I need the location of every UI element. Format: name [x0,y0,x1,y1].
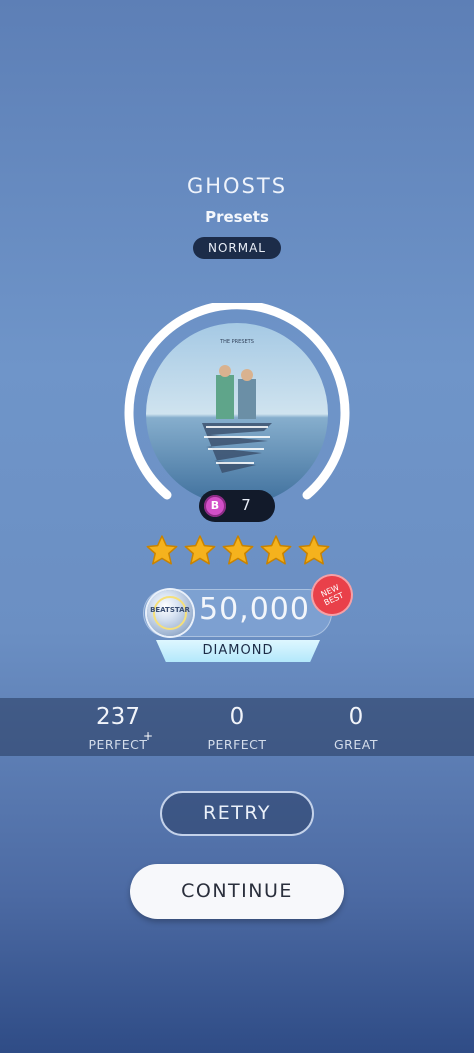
perfect-plus-count: 237 [96,704,140,730]
star-icon [184,535,216,565]
perfect-label: PERFECT [207,737,267,752]
grade-label: DIAMOND [156,640,320,662]
artist-name: Presets [205,208,269,226]
continue-button[interactable]: CONTINUE [130,864,344,919]
great-label: GREAT [334,737,378,752]
cover-caption: THE PRESETS [219,339,254,345]
rank-medal-text: BEATSTAR [150,606,190,614]
level-gem-icon: B [204,495,226,517]
song-title: GHOSTS [186,174,288,198]
perfect-count: 0 [229,704,245,730]
score-value: 50,000 [199,592,310,627]
retry-button[interactable]: RETRY [160,791,314,836]
star-icon [298,535,330,565]
star-rating [145,534,331,570]
star-icon [146,535,178,565]
star-icon [260,535,292,565]
perfect-plus-superscript: + [143,729,154,743]
star-icon [222,535,254,565]
album-cover: THE PRESETS [146,323,328,505]
level-value: 7 [241,496,251,514]
great-count: 0 [348,704,364,730]
difficulty-badge: NORMAL [193,237,281,259]
